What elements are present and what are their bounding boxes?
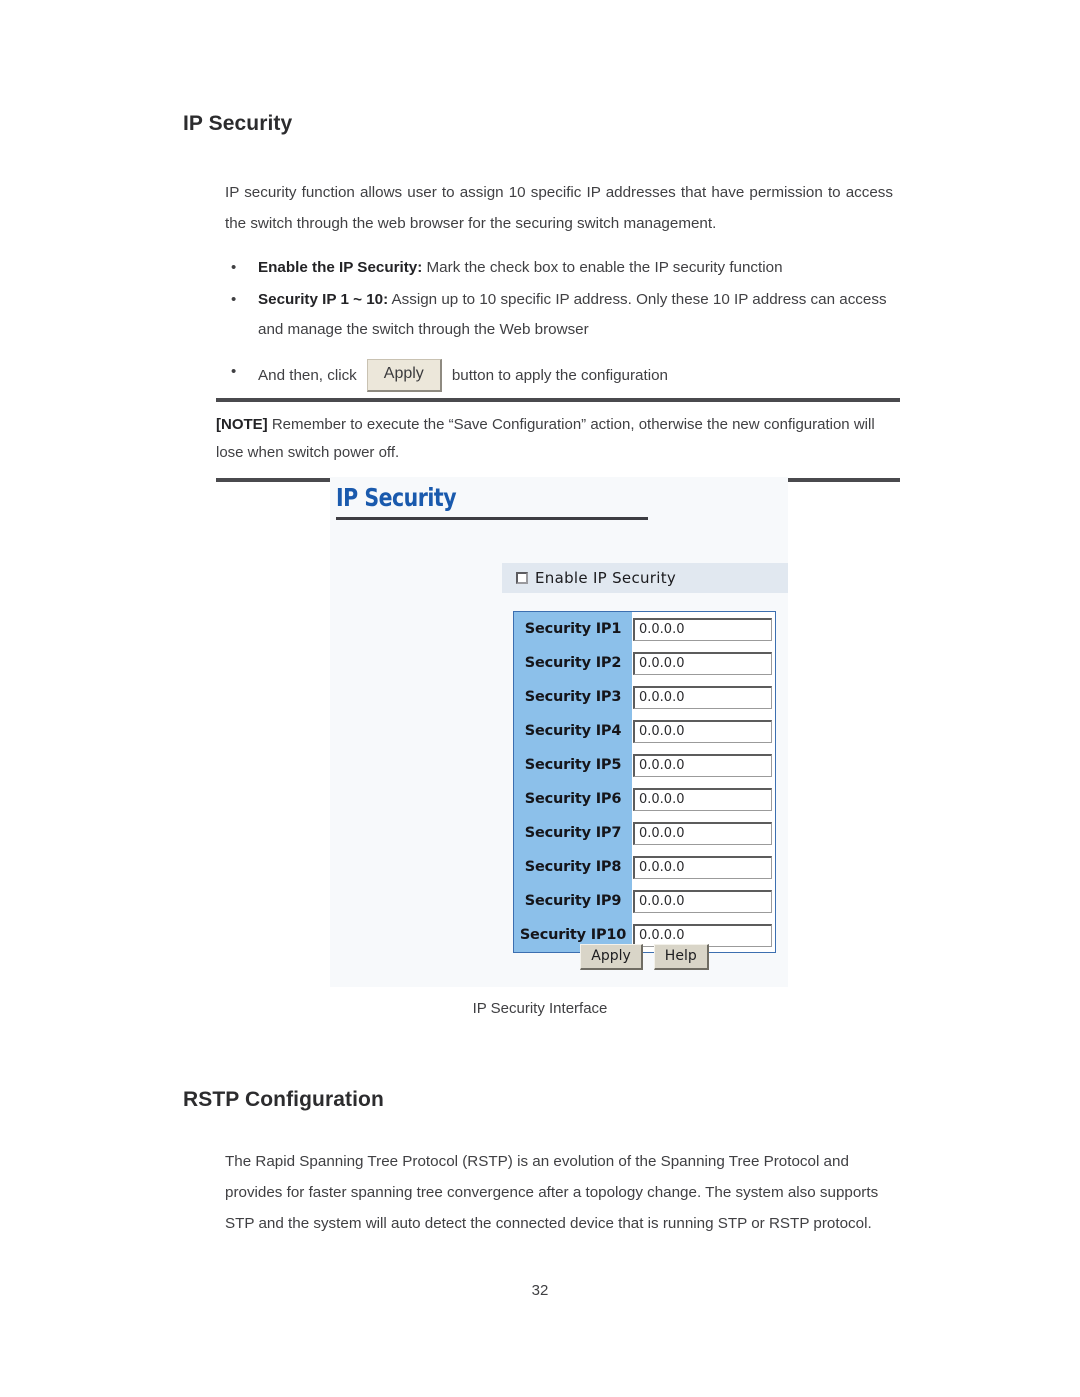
list-item: • Security IP 1 ~ 10: Assign up to 10 sp… [225,285,895,345]
security-ip-label: Security IP8 [513,850,632,884]
security-ip-field-cell [632,782,776,816]
security-ip-label: Security IP1 [513,611,632,646]
apply-button[interactable]: Apply [366,359,442,393]
security-ip-label: Security IP3 [513,680,632,714]
bullet-marker: • [231,363,237,380]
intro-paragraph: IP security function allows user to assi… [225,184,893,232]
security-ip-label: Security IP9 [513,884,632,918]
note-body: Remember to execute the “Save Configurat… [216,416,875,461]
bullet-marker: • [231,291,237,308]
list-item-term: Enable the IP Security: [258,259,423,276]
page-number: 32 [531,1282,549,1299]
list-item-text: Mark the check box to enable the IP secu… [422,259,783,276]
security-ip-field-cell [632,611,776,646]
security-ip-label: Security IP5 [513,748,632,782]
note-text: [NOTE] Remember to execute the “Save Con… [216,411,900,467]
security-ip-input[interactable] [633,651,772,675]
panel-title: IP Security [336,483,457,512]
table-row: Security IP5 [513,748,776,782]
security-ip-label: Security IP2 [513,646,632,680]
table-row: Security IP9 [513,884,776,918]
security-ip-input[interactable] [633,855,772,879]
document-page: IP Security IP security function allows … [0,0,1080,1397]
security-ip-field-cell [632,748,776,782]
list-item-text-post: button to apply the configuration [451,367,668,384]
enable-ip-security-row[interactable]: Enable IP Security [502,563,788,593]
note-block: [NOTE] Remember to execute the “Save Con… [216,398,900,482]
bullet-marker: • [231,259,237,276]
security-ip-field-cell [632,816,776,850]
page-title-ip-security: IP Security [183,112,293,135]
security-ip-input[interactable] [633,617,772,641]
rstp-paragraph: The Rapid Spanning Tree Protocol (RSTP) … [225,1153,879,1232]
list-item-text-pre: And then, click [258,367,357,384]
table-row: Security IP6 [513,782,776,816]
list-item: • Enable the IP Security: Mark the check… [225,253,895,283]
security-ip-label: Security IP4 [513,714,632,748]
table-row: Security IP3 [513,680,776,714]
table-row: Security IP1 [513,611,776,646]
note-label: [NOTE] [216,416,268,433]
security-ip-input[interactable] [633,821,772,845]
security-ip-input[interactable] [633,889,772,913]
bullet-list: • Enable the IP Security: Mark the check… [225,253,895,395]
table-row: Security IP7 [513,816,776,850]
ip-security-interface-screenshot: IP Security Enable IP Security Security … [330,477,788,987]
security-ip-input[interactable] [633,753,772,777]
title-divider [336,517,648,520]
enable-ip-security-checkbox[interactable] [516,572,528,584]
security-ip-label: Security IP7 [513,816,632,850]
enable-ip-security-label: Enable IP Security [535,569,677,587]
security-ip-label: Security IP6 [513,782,632,816]
security-ip-field-cell [632,714,776,748]
table-row: Security IP4 [513,714,776,748]
security-ip-field-cell [632,680,776,714]
security-ip-input[interactable] [633,787,772,811]
security-ip-table: Security IP1Security IP2Security IP3Secu… [513,611,776,953]
apply-button[interactable]: Apply [580,944,643,970]
table-row: Security IP8 [513,850,776,884]
table-row: Security IP2 [513,646,776,680]
security-ip-input[interactable] [633,719,772,743]
figure-caption: IP Security Interface [472,1000,608,1017]
security-ip-field-cell [632,850,776,884]
security-ip-input[interactable] [633,685,772,709]
panel-button-bar: Apply Help [513,944,776,970]
list-item: • And then, click Apply button to apply th… [225,357,895,395]
security-ip-field-cell [632,646,776,680]
help-button[interactable]: Help [653,944,709,970]
list-item-term: Security IP 1 ~ 10: [258,291,389,308]
page-title-rstp: RSTP Configuration [183,1088,384,1111]
security-ip-field-cell [632,884,776,918]
